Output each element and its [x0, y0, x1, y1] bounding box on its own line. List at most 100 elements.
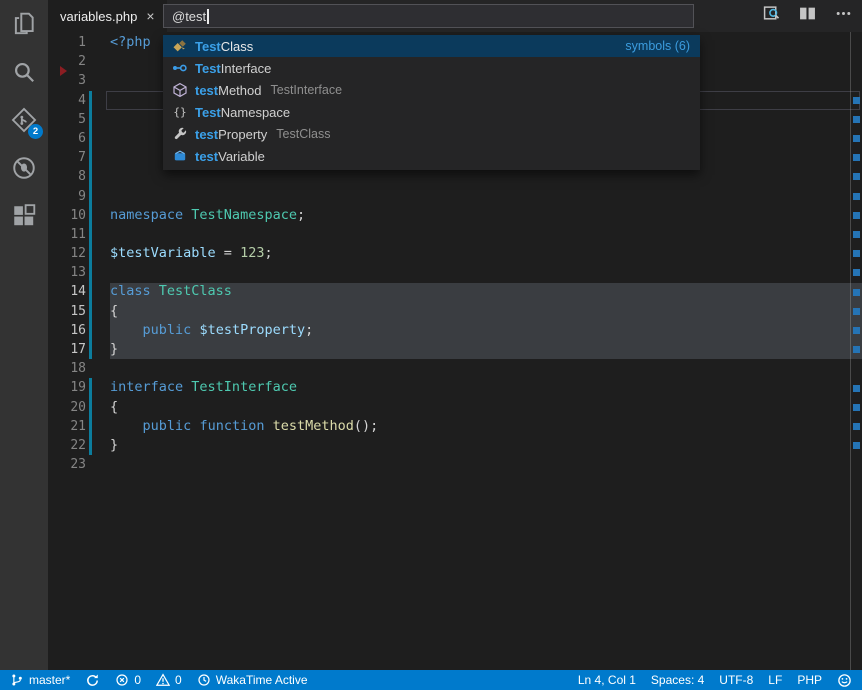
code-line-14[interactable]: 14class TestClass [48, 282, 862, 301]
tab-variables-php[interactable]: variables.php × [48, 0, 167, 32]
modified-line-indicator [89, 167, 92, 186]
overview-modified-mark [853, 404, 860, 411]
smiley-icon [837, 673, 852, 688]
symbols-count-badge: symbols (6) [625, 39, 690, 53]
status-sync[interactable] [85, 673, 100, 688]
status-label: UTF-8 [719, 673, 753, 687]
modified-line-indicator [89, 263, 92, 282]
activity-item-debug[interactable] [0, 144, 48, 192]
status-wakatime-active[interactable]: WakaTime Active [197, 673, 308, 687]
code-line-15[interactable]: 15{ [48, 302, 862, 321]
activity-item-explorer[interactable] [0, 0, 48, 48]
symbol-item-testmethod[interactable]: testMethodTestInterface [163, 79, 700, 101]
code-line-9[interactable]: 9 [48, 187, 862, 206]
line-number: 8 [48, 167, 86, 186]
modified-line-indicator [89, 321, 92, 340]
overview-modified-mark [853, 135, 860, 142]
status-lf[interactable]: LF [768, 673, 782, 687]
quick-open-list: TestClasssymbols (6)TestInterfacetestMet… [163, 35, 700, 170]
symbol-item-testclass[interactable]: TestClasssymbols (6) [163, 35, 700, 57]
debug-icon [11, 155, 37, 181]
activity-item-source-control[interactable]: 2 [0, 96, 48, 144]
modified-line-indicator [89, 91, 92, 110]
status-label: PHP [797, 673, 822, 687]
line-number: 9 [48, 187, 86, 206]
code-line-13[interactable]: 13 [48, 263, 862, 282]
overview-modified-mark [853, 346, 860, 353]
code-text: { [110, 398, 118, 417]
symbol-container-label: TestInterface [271, 83, 343, 97]
code-line-11[interactable]: 11 [48, 225, 862, 244]
status-bar-left: master* 0 0 WakaTime Active [10, 673, 308, 688]
warning-icon [156, 673, 170, 687]
split-editor-icon [799, 5, 816, 27]
code-text: class TestClass [110, 282, 232, 301]
status-ln-4-col-1[interactable]: Ln 4, Col 1 [578, 673, 636, 687]
code-line-17[interactable]: 17} [48, 340, 862, 359]
status-smiley[interactable] [837, 673, 852, 688]
code-line-20[interactable]: 20{ [48, 398, 862, 417]
symbol-item-testvariable[interactable]: testVariable [163, 145, 700, 167]
status-label: Ln 4, Col 1 [578, 673, 636, 687]
modified-line-indicator [89, 129, 92, 148]
code-text: namespace TestNamespace; [110, 206, 305, 225]
status-label: 0 [134, 673, 141, 687]
code-line-18[interactable]: 18 [48, 359, 862, 378]
line-number: 12 [48, 244, 86, 263]
status-label: WakaTime Active [216, 673, 308, 687]
overview-modified-mark [853, 116, 860, 123]
property-icon [172, 126, 188, 142]
status-spaces-4[interactable]: Spaces: 4 [651, 673, 704, 687]
overview-modified-mark [853, 193, 860, 200]
line-number: 6 [48, 129, 86, 148]
line-number: 13 [48, 263, 86, 282]
status-master[interactable]: master* [10, 673, 70, 687]
modified-line-indicator [89, 244, 92, 263]
code-line-19[interactable]: 19 interface TestInterface [48, 378, 862, 397]
symbol-item-testproperty[interactable]: testPropertyTestClass [163, 123, 700, 145]
code-line-12[interactable]: 12$testVariable = 123; [48, 244, 862, 263]
sync-icon [85, 673, 100, 688]
code-line-10[interactable]: 10namespace TestNamespace; [48, 206, 862, 225]
clock-icon [197, 673, 211, 687]
more-actions-button[interactable] [830, 4, 856, 28]
activity-item-search[interactable] [0, 48, 48, 96]
line-number: 23 [48, 455, 86, 474]
code-line-23[interactable]: 23 [48, 455, 862, 474]
status-utf-8[interactable]: UTF-8 [719, 673, 753, 687]
modified-line-indicator [89, 282, 92, 301]
activity-bar: 2 [0, 0, 48, 670]
symbol-item-testinterface[interactable]: TestInterface [163, 57, 700, 79]
line-number: 19 [48, 378, 86, 397]
line-number: 16 [48, 321, 86, 340]
status-0[interactable]: 0 [156, 673, 182, 687]
activity-item-extensions[interactable] [0, 192, 48, 240]
status-php[interactable]: PHP [797, 673, 822, 687]
status-label: master* [29, 673, 70, 687]
overview-modified-mark [853, 385, 860, 392]
quick-open-input[interactable]: @test [163, 4, 694, 28]
scm-badge: 2 [28, 124, 43, 139]
overview-ruler[interactable] [850, 32, 862, 670]
modified-line-indicator [89, 302, 92, 321]
class-icon [172, 38, 188, 54]
code-text: interface TestInterface [110, 378, 297, 397]
code-line-16[interactable]: 16 public $testProperty; [48, 321, 862, 340]
code-line-21[interactable]: 21 public function testMethod(); [48, 417, 862, 436]
code-text: } [110, 340, 118, 359]
status-0[interactable]: 0 [115, 673, 141, 687]
code-line-22[interactable]: 22} [48, 436, 862, 455]
split-editor-button[interactable] [794, 4, 820, 28]
code-text: public function testMethod(); [110, 417, 378, 436]
close-icon[interactable]: × [146, 9, 154, 23]
search-icon [11, 59, 37, 85]
overview-modified-mark [853, 442, 860, 449]
status-bar-right: Ln 4, Col 1 Spaces: 4 UTF-8 LF PHP [578, 673, 852, 688]
symbol-item-testnamespace[interactable]: {}TestNamespace [163, 101, 700, 123]
code-line-8[interactable]: 8 [48, 167, 862, 186]
overview-modified-mark [853, 250, 860, 257]
line-number: 22 [48, 436, 86, 455]
line-number: 4 [48, 91, 86, 110]
open-preview-button[interactable] [758, 4, 784, 28]
line-number: 1 [48, 33, 86, 52]
